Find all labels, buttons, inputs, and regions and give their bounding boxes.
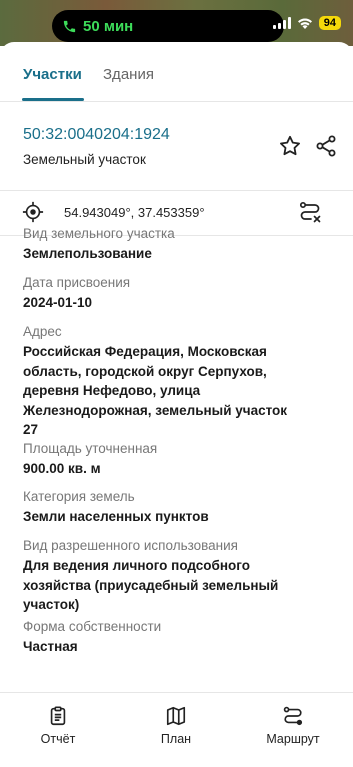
property-label: Адрес [23, 324, 62, 339]
call-indicator[interactable]: 50 мин [62, 18, 133, 35]
call-duration: 50 мин [83, 17, 134, 35]
clear-route-icon[interactable] [298, 200, 322, 224]
map-icon [166, 706, 186, 726]
property-value: 2024-01-10 [23, 295, 93, 310]
properties-list: Вид земельного участка Землепользование … [23, 228, 333, 734]
property-label: Вид разрешенного использования [23, 538, 238, 553]
nav-label: План [160, 732, 192, 746]
battery-indicator: 94 [318, 16, 341, 30]
property-value: 900.00 кв. м [23, 461, 101, 476]
nav-label: Маршрут [266, 732, 320, 746]
nav-plan-button[interactable]: План [131, 705, 221, 746]
tab-bar: Участки Здания [0, 42, 353, 102]
property-label: Дата присвоения [23, 275, 131, 290]
phone-icon [63, 20, 76, 32]
nav-report-button[interactable]: Отчёт [13, 705, 103, 746]
property-label: Категория земель [23, 489, 135, 504]
coordinates-text[interactable]: 54.943049°, 37.453359° [64, 205, 205, 220]
nav-route-button[interactable]: Маршрут [248, 705, 338, 746]
property-label: Вид земельного участка [23, 228, 175, 241]
tab-parcels[interactable]: Участки [23, 66, 82, 83]
route-icon [283, 706, 303, 726]
nav-label: Отчёт [40, 732, 76, 746]
share-icon[interactable] [314, 134, 338, 158]
star-icon[interactable] [278, 134, 302, 158]
signal-icon [272, 17, 291, 29]
property-value: Для ведения личного подсобного хозяйства… [23, 558, 279, 612]
property-value: Частная [23, 639, 78, 654]
active-tab-indicator [22, 98, 84, 101]
tab-buildings[interactable]: Здания [103, 66, 154, 83]
property-label: Форма собственности [23, 619, 162, 634]
wifi-icon [297, 18, 312, 29]
bottom-nav: Отчёт План Маршрут [0, 692, 353, 767]
dynamic-island[interactable]: 50 мин [52, 10, 284, 42]
property-value: Российская Федерация, Московская область… [23, 344, 288, 437]
property-label: Площадь уточненная [23, 441, 158, 456]
property-value: Земли населенных пунктов [23, 509, 209, 524]
property-value: Землепользование [23, 246, 152, 261]
report-icon [50, 706, 66, 726]
parcel-sheet: Участки Здания 50:32:0040204:1924 Земель… [0, 42, 353, 767]
status-bar: 50 мин 94 [0, 0, 353, 46]
location-target-icon[interactable] [22, 201, 44, 223]
